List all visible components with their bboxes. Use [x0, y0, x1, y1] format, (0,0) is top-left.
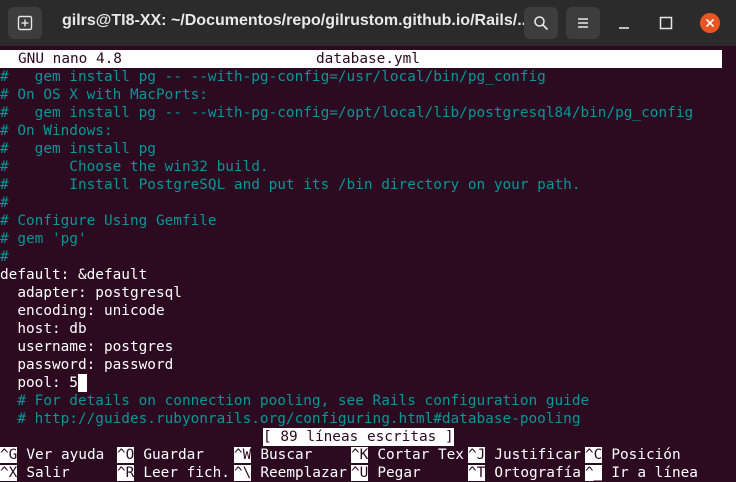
shortcut-label: Ir a línea	[611, 465, 698, 481]
shortcut-item: ^J Justificar	[468, 446, 581, 464]
code-line: password: password	[0, 357, 174, 373]
shortcut-key: ^K	[351, 447, 369, 463]
shortcut-label: Buscar	[260, 447, 313, 463]
menu-button[interactable]	[566, 7, 600, 39]
status-message: [ 89 líneas escritas ]	[263, 428, 454, 446]
shortcut-key: ^U	[351, 465, 369, 481]
comment-line: # On Windows:	[0, 123, 113, 139]
hamburger-menu-icon	[578, 18, 588, 28]
search-icon	[534, 16, 549, 31]
shortcut-item: ^U Pegar	[351, 464, 421, 482]
comment-line: # gem install pg	[0, 141, 156, 157]
comment-line: # gem install pg -- --with-pg-config=/us…	[0, 69, 546, 85]
new-tab-icon	[17, 15, 33, 31]
shortcut-item: ^G Ver ayuda	[0, 446, 104, 464]
comment-line: # Configure Using Gemfile	[0, 213, 217, 229]
shortcut-label: Justificar	[494, 447, 581, 463]
comment-line: #	[0, 195, 9, 211]
shortcut-key: ^_	[585, 465, 603, 481]
close-icon	[705, 18, 715, 28]
nano-header: GNU nano 4.8 database.yml	[0, 50, 722, 68]
comment-line: # gem 'pg'	[0, 231, 87, 247]
comment-line: #	[0, 249, 9, 265]
comment-line: # Choose the win32 build.	[0, 159, 269, 175]
shortcut-key: ^R	[117, 465, 135, 481]
code-line: pool: 5	[0, 374, 87, 392]
shortcut-key: ^G	[0, 447, 18, 463]
nano-version: GNU nano 4.8	[18, 51, 122, 67]
shortcut-label: Ortografía	[494, 465, 581, 481]
shortcut-item: ^O Guardar	[117, 446, 204, 464]
shortcut-key: ^C	[585, 447, 603, 463]
code-line: host: db	[0, 321, 87, 337]
shortcut-label: Ver ayuda	[26, 447, 105, 463]
shortcut-key: ^J	[468, 447, 486, 463]
shortcut-item: ^T Ortografía	[468, 464, 581, 482]
window-titlebar: gilrs@TI8-XX: ~/Documentos/repo/gilrusto…	[0, 0, 736, 46]
shortcut-label: Leer fich.	[143, 465, 230, 481]
code-line: adapter: postgresql	[0, 285, 182, 301]
shortcut-item: ^R Leer fich.	[117, 464, 230, 482]
code-line: encoding: unicode	[0, 303, 165, 319]
search-button[interactable]	[524, 7, 558, 39]
shortcut-item: ^K Cortar Tex	[351, 446, 464, 464]
shortcut-label: Cortar Tex	[377, 447, 464, 463]
shortcut-item: ^\ Reemplazar	[234, 464, 347, 482]
shortcut-label: Guardar	[143, 447, 204, 463]
close-button[interactable]	[700, 13, 720, 33]
shortcut-item: ^X Salir	[0, 464, 70, 482]
terminal-area[interactable]: GNU nano 4.8 database.yml # gem install p…	[0, 46, 736, 481]
shortcut-key: ^\	[234, 465, 252, 481]
nano-filename: database.yml	[316, 51, 420, 67]
window-title: gilrs@TI8-XX: ~/Documentos/repo/gilrusto…	[62, 12, 531, 29]
comment-line: # Install PostgreSQL and put its /bin di…	[0, 177, 581, 193]
comment-line: # http://guides.rubyonrails.org/configur…	[0, 411, 581, 427]
code-line: username: postgres	[0, 339, 174, 355]
shortcut-key: ^X	[0, 465, 18, 481]
shortcut-key: ^W	[234, 447, 252, 463]
comment-line: # gem install pg -- --with-pg-config=/op…	[0, 105, 694, 121]
shortcut-item: ^C Posición	[585, 446, 681, 464]
comment-line: # On OS X with MacPorts:	[0, 87, 208, 103]
maximize-icon[interactable]	[658, 15, 674, 31]
shortcut-item: ^_ Ir a línea	[585, 464, 698, 482]
shortcut-label: Posición	[611, 447, 681, 463]
shortcut-key: ^O	[117, 447, 135, 463]
new-tab-button[interactable]	[8, 7, 42, 39]
shortcut-label: Pegar	[377, 465, 421, 481]
comment-line: # For details on connection pooling, see…	[0, 393, 590, 409]
text-cursor	[77, 374, 87, 392]
code-line: default: &default	[0, 267, 148, 283]
shortcut-label: Reemplazar	[260, 465, 347, 481]
shortcut-label: Salir	[26, 465, 70, 481]
shortcut-key: ^T	[468, 465, 486, 481]
shortcut-item: ^W Buscar	[234, 446, 312, 464]
minimize-icon[interactable]	[616, 16, 632, 32]
